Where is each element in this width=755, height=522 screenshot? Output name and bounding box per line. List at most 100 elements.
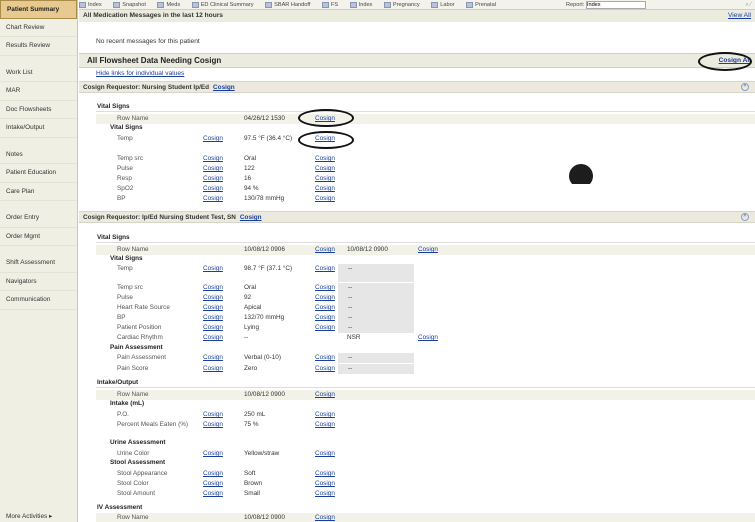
value-cosign-link[interactable]: Cosign — [315, 313, 335, 323]
sidebar-item-order-entry[interactable]: Order Entry — [0, 209, 77, 228]
row-cosign-link[interactable]: Cosign — [203, 184, 223, 194]
row-cosign-link[interactable]: Cosign — [203, 313, 223, 323]
search-icon[interactable]: ⌕ ⁄ — [745, 0, 751, 9]
section-title: Vital Signs — [97, 234, 130, 241]
value-cosign-link[interactable]: Cosign — [315, 410, 335, 420]
value-cosign-link[interactable]: Cosign — [315, 184, 335, 194]
toolbar-index[interactable]: Index — [79, 0, 102, 9]
sidebar-item-work-list[interactable]: Work List — [0, 64, 77, 82]
collapse-icon[interactable]: ^ — [741, 83, 749, 91]
toolbar-meds[interactable]: Meds — [157, 0, 180, 9]
no-messages-text: No recent messages for this patient — [96, 38, 200, 45]
row-cosign-link[interactable]: Cosign — [203, 264, 223, 274]
value-cosign-link[interactable]: Cosign — [315, 303, 335, 313]
flowsheet-header: All Flowsheet Data Needing Cosign Cosign… — [79, 53, 755, 68]
toolbar-pregnancy[interactable]: Pregnancy — [383, 0, 420, 9]
sidebar-item-intake-output[interactable]: Intake/Output — [0, 119, 77, 138]
row-cosign-link[interactable]: Cosign — [203, 174, 223, 184]
cosign-requestor-bar: Cosign Requestor: Nursing Student Ip/Ed C… — [79, 81, 755, 93]
table-row: Percent Meals Eaten (%) Cosign 75 % Cosi… — [117, 420, 335, 430]
sidebar-item-shift-assessment[interactable]: Shift Assessment — [0, 254, 77, 273]
row-cosign-link[interactable]: Cosign — [203, 479, 223, 489]
table-row: Stool Amount Cosign Small Cosign — [117, 489, 335, 499]
sidebar-item-notes[interactable]: Notes — [0, 146, 77, 164]
value-cosign-link[interactable]: Cosign — [315, 469, 335, 479]
row-cosign-link[interactable]: Cosign — [203, 420, 223, 430]
table-row: Stool Color Cosign Brown Cosign — [117, 479, 335, 489]
table-row: P.O. Cosign 250 mL Cosign — [117, 410, 335, 420]
row-cosign-link[interactable]: Cosign — [203, 410, 223, 420]
value-cosign-link[interactable]: Cosign — [315, 174, 335, 184]
annotation-circle — [698, 52, 752, 71]
column-cosign-link[interactable]: Cosign — [315, 245, 335, 255]
row-cosign-link[interactable]: Cosign — [203, 323, 223, 333]
group-title: Vital Signs — [110, 255, 143, 262]
flowsheet-title: All Flowsheet Data Needing Cosign — [87, 56, 222, 65]
row-cosign-link[interactable]: Cosign — [203, 489, 223, 499]
row-cosign-link[interactable]: Cosign — [203, 449, 223, 459]
activity-sidebar: Patient Summary Chart Review Results Rev… — [0, 0, 78, 522]
annotation-circle — [298, 109, 354, 127]
value-cosign-link[interactable]: Cosign — [315, 194, 335, 204]
report-icon — [321, 1, 329, 8]
hide-links-link[interactable]: Hide links for individual values — [96, 70, 184, 77]
toolbar-snapshot[interactable]: Snapshot — [113, 0, 146, 9]
sidebar-item-results-review[interactable]: Results Review — [0, 37, 77, 56]
value-cosign-link[interactable]: Cosign — [315, 164, 335, 174]
value-cosign-link[interactable]: Cosign — [418, 333, 438, 343]
value-cosign-link[interactable]: Cosign — [315, 449, 335, 459]
toolbar-sbar-handoff[interactable]: SBAR Handoff — [265, 0, 310, 9]
requestor-cosign-link[interactable]: Cosign — [213, 84, 235, 91]
row-cosign-link[interactable]: Cosign — [203, 293, 223, 303]
value-cosign-link[interactable]: Cosign — [315, 364, 335, 374]
sidebar-item-patient-education[interactable]: Patient Education — [0, 164, 77, 183]
toolbar-index-2[interactable]: Index — [349, 0, 372, 9]
table-row: Pulse Cosign 92 Cosign -- — [96, 293, 755, 303]
column-cosign-link[interactable]: Cosign — [315, 513, 335, 522]
value-cosign-link[interactable]: Cosign — [315, 489, 335, 499]
section-title: Vital Signs — [97, 103, 130, 110]
table-row: Pulse Cosign 122 Cosign — [117, 164, 335, 174]
report-icon — [383, 1, 391, 8]
sidebar-item-order-mgmt[interactable]: Order Mgmt — [0, 228, 77, 246]
view-all-link[interactable]: View All — [728, 10, 751, 22]
report-select-input[interactable] — [585, 0, 646, 9]
sidebar-item-chart-review[interactable]: Chart Review — [0, 19, 77, 37]
row-cosign-link[interactable]: Cosign — [203, 134, 223, 144]
sidebar-item-communication[interactable]: Communication — [0, 291, 77, 310]
toolbar-fs[interactable]: FS — [321, 0, 338, 9]
sidebar-item-mar[interactable]: MAR — [0, 82, 77, 101]
value-cosign-link[interactable]: Cosign — [315, 353, 335, 363]
row-cosign-link[interactable]: Cosign — [203, 353, 223, 363]
row-cosign-link[interactable]: Cosign — [203, 283, 223, 293]
value-cosign-link[interactable]: Cosign — [315, 264, 335, 274]
sidebar-item-navigators[interactable]: Navigators — [0, 273, 77, 291]
more-activities-button[interactable]: More Activities ▸ — [6, 512, 52, 520]
row-cosign-link[interactable]: Cosign — [203, 154, 223, 164]
value-cosign-link[interactable]: Cosign — [315, 479, 335, 489]
sidebar-item-patient-summary[interactable]: Patient Summary — [0, 0, 77, 19]
row-cosign-link[interactable]: Cosign — [203, 303, 223, 313]
report-icon — [349, 1, 357, 8]
table-row: SpO2 Cosign 94 % Cosign — [117, 184, 335, 194]
value-cosign-link[interactable]: Cosign — [315, 283, 335, 293]
value-cosign-link[interactable]: Cosign — [315, 420, 335, 430]
sidebar-item-doc-flowsheets[interactable]: Doc Flowsheets — [0, 101, 77, 119]
toolbar-prenatal[interactable]: Prenatal — [466, 0, 496, 9]
toolbar-ed-clinical-summary[interactable]: ED Clinical Summary — [191, 0, 254, 9]
toolbar-labor[interactable]: Labor — [431, 0, 455, 9]
requestor-cosign-link[interactable]: Cosign — [240, 214, 262, 221]
sidebar-item-care-plan[interactable]: Care Plan — [0, 183, 77, 201]
collapse-icon[interactable]: ^ — [741, 213, 749, 221]
table-row: Row Name 10/08/12 0906 Cosign 10/08/12 0… — [96, 245, 755, 255]
row-cosign-link[interactable]: Cosign — [203, 469, 223, 479]
column-cosign-link[interactable]: Cosign — [315, 390, 335, 400]
row-cosign-link[interactable]: Cosign — [203, 333, 223, 343]
column-cosign-link[interactable]: Cosign — [418, 245, 438, 255]
row-cosign-link[interactable]: Cosign — [203, 194, 223, 204]
value-cosign-link[interactable]: Cosign — [315, 323, 335, 333]
value-cosign-link[interactable]: Cosign — [315, 154, 335, 164]
value-cosign-link[interactable]: Cosign — [315, 293, 335, 303]
row-cosign-link[interactable]: Cosign — [203, 164, 223, 174]
row-cosign-link[interactable]: Cosign — [203, 364, 223, 374]
